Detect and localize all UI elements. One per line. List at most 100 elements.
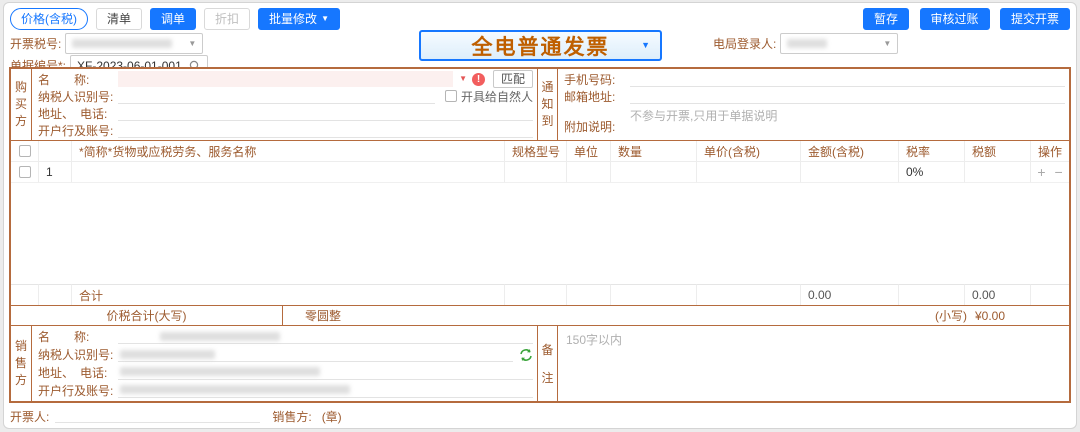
invoice-tax-no-field: 开票税号: ▼ — [10, 33, 203, 54]
footer-row: 开票人: 销售方: (章) — [10, 406, 1070, 426]
notify-extra-input[interactable]: 不参与开票,只用于单据说明 — [630, 105, 1065, 124]
notify-fields: 手机号码: 邮箱地址: 附加说明: 不参与开票,只用于单据说明 — [558, 69, 1069, 140]
invoice-editor-panel: 价格(含税) 清单 调单 折扣 批量修改 ▼ 暂存 审核过账 提交开票 开票税号… — [3, 2, 1077, 429]
total-checkbox-cell — [11, 284, 39, 305]
footer-seller-label: 销售方: — [272, 408, 311, 425]
notify-email-input[interactable] — [630, 89, 1065, 104]
remark-textarea[interactable]: 150字以内 — [558, 326, 1069, 401]
remove-row-icon[interactable]: − — [1055, 165, 1063, 179]
total-tax-amount-cell: 0.00 — [965, 284, 1031, 305]
seller-addr-input[interactable] — [118, 365, 533, 380]
total-index-cell — [39, 284, 72, 305]
header-unit-price-cell: 单价(含税) — [697, 141, 801, 162]
buyer-bank-input[interactable] — [118, 123, 533, 138]
select-all-checkbox[interactable] — [19, 145, 31, 157]
row-unit-cell[interactable] — [567, 162, 611, 183]
total-unit-cell — [567, 284, 611, 305]
buyer-bank-row: 开户行及账号: — [38, 122, 533, 139]
list-button[interactable]: 清单 — [96, 8, 142, 30]
row-tax-amount-cell[interactable] — [965, 162, 1031, 183]
match-button[interactable]: 匹配 — [493, 70, 533, 88]
caret-down-icon: ▼ — [321, 15, 329, 23]
buyer-bank-label: 开户行及账号: — [38, 122, 118, 139]
seller-taxid-input[interactable] — [118, 347, 513, 362]
remark-side-label: 备注 — [541, 336, 555, 392]
table-row: 1 0% + − — [11, 162, 1069, 183]
row-spec-cell[interactable] — [505, 162, 567, 183]
table-empty-area — [11, 183, 1069, 284]
invoice-type-title: 全电普通发票 — [472, 31, 610, 61]
bureau-login-field: 电局登录人: ▼ — [713, 33, 898, 54]
invoice-main-box: 购买方 名 称: ▼ ! 匹配 纳税人识别号: 开具给自然人 — [9, 67, 1071, 403]
row-checkbox[interactable] — [19, 166, 31, 178]
row-qty-cell[interactable] — [611, 162, 697, 183]
notify-side-strip: 通知到 — [537, 69, 558, 140]
table-total-row: 合计 0.00 0.00 — [11, 284, 1069, 305]
invoice-type-selector[interactable]: 全电普通发票 ▼ — [419, 30, 662, 61]
header-amount-cell: 金额(含税) — [801, 141, 899, 162]
header-checkbox-cell — [11, 141, 39, 162]
header-name-cell: *简称*货物或应税劳务、服务名称 — [72, 141, 505, 162]
redacted-value — [787, 39, 883, 48]
redacted-value — [120, 350, 215, 359]
notify-extra-placeholder: 不参与开票,只用于单据说明 — [630, 109, 777, 123]
seller-name-input[interactable] — [118, 329, 533, 344]
total-spec-cell — [505, 284, 567, 305]
buyer-taxid-input[interactable] — [118, 89, 435, 104]
row-tax-rate-cell[interactable]: 0% — [899, 162, 965, 183]
notify-extra-label: 附加说明: — [564, 118, 630, 138]
seller-taxid-row: 纳税人识别号: — [38, 346, 533, 364]
buyer-name-input[interactable] — [118, 71, 453, 87]
batch-edit-button[interactable]: 批量修改 ▼ — [258, 8, 340, 30]
drawer-input[interactable] — [55, 409, 260, 423]
items-table-header: *简称*货物或应税劳务、服务名称 规格型号 单位 数量 单价(含税) 金额(含税… — [11, 141, 1069, 162]
natural-person-checkbox[interactable] — [445, 90, 457, 102]
price-tax-toggle-button[interactable]: 价格(含税) — [10, 8, 88, 30]
caret-down-icon: ▼ — [188, 40, 196, 48]
submit-invoice-button[interactable]: 提交开票 — [1000, 8, 1070, 30]
header-qty-cell: 数量 — [611, 141, 697, 162]
redacted-value — [72, 39, 188, 48]
notify-side-label: 通知到 — [541, 79, 555, 130]
header-unit-cell: 单位 — [567, 141, 611, 162]
seller-bank-label: 开户行及账号: — [38, 382, 118, 399]
seller-addr-row: 地址、 电话: — [38, 364, 533, 382]
buyer-taxid-label: 纳税人识别号: — [38, 88, 118, 105]
redacted-value — [160, 332, 280, 341]
amount-in-words-value: 零圆整 — [283, 306, 935, 325]
buyer-side-strip: 购买方 — [11, 69, 32, 140]
invoice-tax-no-select[interactable]: ▼ — [65, 33, 203, 54]
row-name-cell[interactable] — [72, 162, 505, 183]
row-unit-price-cell[interactable] — [697, 162, 801, 183]
batch-edit-label: 批量修改 — [269, 9, 317, 29]
buyer-side-label: 购买方 — [14, 79, 28, 130]
discount-button: 折扣 — [204, 8, 250, 30]
save-draft-button[interactable]: 暂存 — [863, 8, 909, 30]
total-amount-cell: 0.00 — [801, 284, 899, 305]
remark-placeholder: 150字以内 — [566, 333, 622, 347]
buyer-addr-input[interactable] — [118, 106, 533, 121]
row-ops-cell: + − — [1031, 162, 1069, 183]
row-amount-cell[interactable] — [801, 162, 899, 183]
alert-icon: ! — [472, 73, 485, 86]
total-qty-cell — [611, 284, 697, 305]
items-table: *简称*货物或应税劳务、服务名称 规格型号 单位 数量 单价(含税) 金额(含税… — [11, 140, 1069, 305]
bureau-login-select[interactable]: ▼ — [780, 33, 898, 54]
seal-label: (章) — [322, 408, 342, 425]
notify-phone-input[interactable] — [630, 72, 1065, 87]
buyer-addr-label: 地址、 电话: — [38, 105, 118, 122]
refresh-icon[interactable] — [519, 348, 533, 362]
seller-name-row: 名 称: — [38, 328, 533, 346]
total-ops-cell — [1031, 284, 1069, 305]
pull-doc-button[interactable]: 调单 — [150, 8, 196, 30]
seller-addr-label: 地址、 电话: — [38, 364, 118, 381]
row-index-cell: 1 — [39, 162, 72, 183]
seller-bank-input[interactable] — [118, 383, 533, 398]
header-tax-amount-cell: 税额 — [965, 141, 1031, 162]
add-row-icon[interactable]: + — [1037, 165, 1045, 179]
total-unit-price-cell — [697, 284, 801, 305]
caret-down-icon[interactable]: ▼ — [459, 75, 467, 83]
amount-in-words-label: 价税合计(大写) — [11, 306, 283, 325]
audit-post-button[interactable]: 审核过账 — [920, 8, 990, 30]
seller-name-label: 名 称: — [38, 328, 118, 345]
